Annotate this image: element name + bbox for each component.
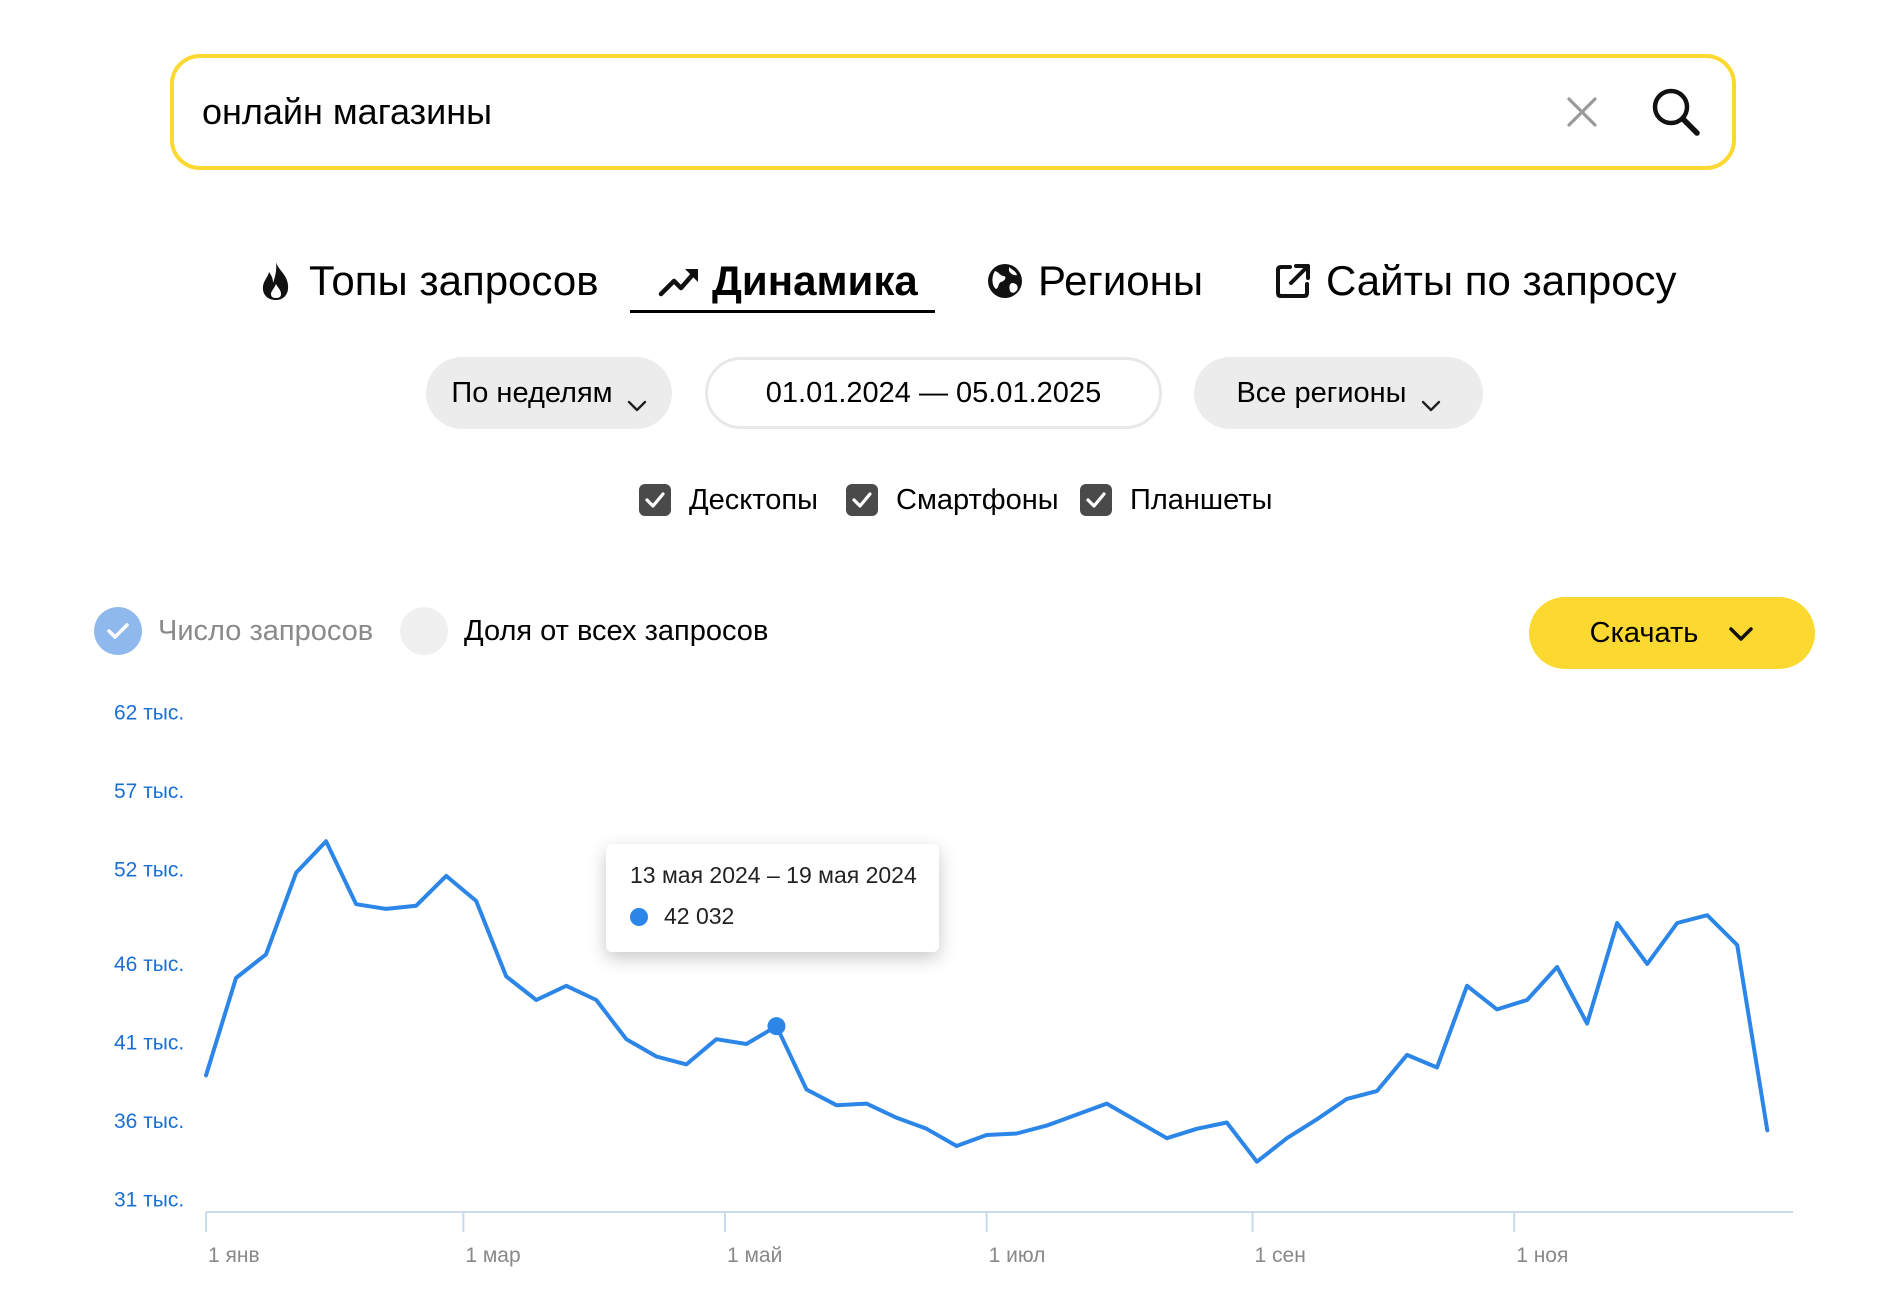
device-tablet-checkbox[interactable]: Планшеты: [1080, 480, 1272, 520]
y-tick-label: 36 тыс.: [114, 1110, 184, 1133]
chart-tooltip: 13 мая 2024 – 19 мая 2024 42 032: [606, 844, 939, 952]
period-select[interactable]: По неделям: [426, 357, 672, 429]
tab-label: Сайты по запросу: [1326, 257, 1677, 304]
search-input[interactable]: [202, 91, 1560, 133]
series-line: [204, 839, 1770, 1164]
tab-label: Регионы: [1038, 257, 1204, 304]
y-tick-label: 62 тыс.: [114, 702, 184, 725]
chevron-down-icon: [627, 387, 647, 412]
fire-icon: [255, 260, 297, 302]
checkbox-checked-icon: [639, 484, 671, 516]
region-select[interactable]: Все регионы: [1194, 357, 1483, 429]
tab-top-queries[interactable]: Топы запросов: [255, 250, 599, 312]
tab-bar: Топы запросов Динамика Регионы Сайты по …: [0, 250, 1900, 320]
metric-count-toggle[interactable]: Число запросов: [94, 606, 373, 656]
x-tick-label: 1 сен: [1255, 1244, 1306, 1267]
y-tick-label: 31 тыс.: [114, 1188, 184, 1211]
date-range-picker[interactable]: 01.01.2024 — 05.01.2025: [705, 357, 1162, 429]
metric-share-label: Доля от всех запросов: [464, 614, 769, 647]
tab-dynamics[interactable]: Динамика: [658, 250, 918, 312]
checkbox-checked-icon: [846, 484, 878, 516]
period-value: По неделям: [451, 376, 613, 409]
search-icon[interactable]: [1646, 82, 1706, 142]
series-dot-icon: [630, 907, 648, 926]
device-desktop-checkbox[interactable]: Десктопы: [639, 480, 818, 520]
y-tick-label: 57 тыс.: [114, 780, 184, 803]
device-label: Смартфоны: [896, 483, 1059, 516]
check-circle-icon: [94, 607, 142, 655]
tooltip-value: 42 032: [664, 903, 735, 929]
metric-count-label: Число запросов: [158, 614, 374, 647]
y-tick-label: 41 тыс.: [114, 1031, 184, 1054]
active-tab-underline: [630, 310, 935, 313]
external-link-icon: [1272, 260, 1314, 302]
x-tick-label: 1 май: [727, 1244, 782, 1267]
tab-sites-by-query[interactable]: Сайты по запросу: [1272, 250, 1677, 312]
chevron-down-icon: [1421, 387, 1441, 412]
trend-up-icon: [658, 260, 700, 302]
highlighted-data-point[interactable]: [767, 1017, 786, 1036]
chevron-down-icon: [1728, 617, 1754, 650]
x-tick-label: 1 июл: [989, 1244, 1046, 1267]
date-range-value: 01.01.2024 — 05.01.2025: [765, 376, 1102, 409]
empty-circle-icon: [400, 607, 448, 655]
region-value: Все регионы: [1236, 376, 1407, 409]
line-chart[interactable]: 31 тыс. 36 тыс. 41 тыс. 46 тыс. 52 тыс. 57 ты…: [0, 670, 1900, 1290]
y-tick-label: 46 тыс.: [114, 953, 184, 976]
x-tick-label: 1 ноя: [1516, 1244, 1568, 1267]
search-bar[interactable]: [170, 54, 1736, 170]
x-tick-label: 1 янв: [208, 1244, 260, 1267]
download-button[interactable]: Скачать: [1529, 597, 1815, 669]
clear-icon[interactable]: [1560, 90, 1604, 134]
y-tick-label: 52 тыс.: [114, 859, 184, 882]
tab-label: Динамика: [712, 257, 918, 304]
x-tick-label: 1 мар: [465, 1244, 520, 1267]
device-label: Планшеты: [1130, 483, 1273, 516]
tooltip-date-range: 13 мая 2024 – 19 мая 2024: [630, 862, 917, 888]
tab-regions[interactable]: Регионы: [984, 250, 1203, 312]
tab-label: Топы запросов: [309, 257, 599, 304]
download-label: Скачать: [1589, 616, 1699, 649]
metric-share-toggle[interactable]: Доля от всех запросов: [400, 606, 768, 656]
checkbox-checked-icon: [1080, 484, 1112, 516]
device-label: Десктопы: [689, 483, 818, 516]
device-smartphone-checkbox[interactable]: Смартфоны: [846, 480, 1059, 520]
globe-icon: [984, 260, 1026, 302]
